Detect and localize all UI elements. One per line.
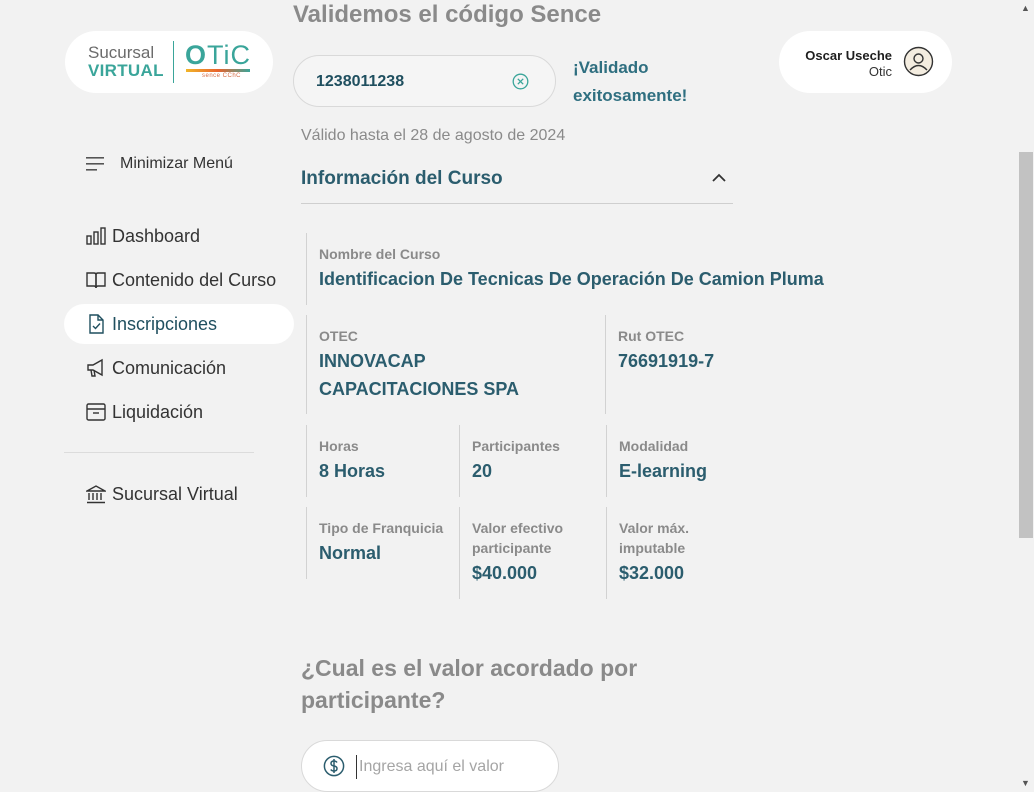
sidebar-item-label: Sucursal Virtual bbox=[112, 483, 238, 504]
field-divider bbox=[459, 425, 460, 497]
max-imputable-value: $32.000 bbox=[619, 563, 685, 583]
sidebar-item-label: Dashboard bbox=[112, 225, 201, 246]
hours-value: 8 Horas bbox=[319, 461, 386, 481]
sidebar-item-label: Inscripciones bbox=[112, 313, 218, 334]
sidebar-item-sucursal-virtual[interactable]: Sucursal Virtual bbox=[64, 474, 294, 514]
sidebar-item-comunicacion[interactable]: Comunicación bbox=[64, 348, 294, 388]
field-divider bbox=[606, 425, 607, 497]
field-divider bbox=[306, 315, 307, 414]
otec-value: INNOVACAP CAPACITACIONES SPA bbox=[319, 351, 520, 399]
field-divider bbox=[459, 507, 460, 599]
sidebar-item-inscripciones[interactable]: Inscripciones bbox=[64, 304, 294, 344]
scroll-down-arrow-icon[interactable]: ▼ bbox=[1021, 778, 1030, 788]
megaphone-icon bbox=[87, 358, 103, 377]
sidebar-item-liquidacion[interactable]: Liquidación bbox=[64, 392, 294, 432]
field-divider bbox=[605, 315, 606, 414]
document-check-icon bbox=[89, 314, 104, 334]
minimize-menu-label: Minimizar Menú bbox=[120, 155, 233, 172]
hours-label: Horas bbox=[319, 438, 359, 454]
sidebar-item-dashboard[interactable]: Dashboard bbox=[64, 216, 294, 256]
course-info-accordion-header[interactable]: Información del Curso bbox=[301, 160, 733, 204]
field-divider bbox=[306, 507, 307, 579]
valid-until-text: Válido hasta el 28 de agosto de 2024 bbox=[301, 127, 566, 144]
rut-otec-label: Rut OTEC bbox=[618, 328, 685, 344]
participants-label: Participantes bbox=[472, 438, 560, 454]
book-icon bbox=[86, 272, 106, 289]
menu-icon bbox=[86, 157, 104, 171]
rut-otec-value: 76691919-7 bbox=[618, 351, 715, 371]
user-avatar-icon[interactable] bbox=[903, 46, 934, 77]
course-name-label: Nombre del Curso bbox=[319, 246, 441, 262]
sidebar-item-contenido[interactable]: Contenido del Curso bbox=[64, 260, 294, 300]
minimize-menu-button[interactable]: Minimizar Menú bbox=[86, 152, 233, 176]
chevron-up-icon[interactable] bbox=[711, 172, 727, 184]
field-divider bbox=[606, 507, 607, 599]
participants-value: 20 bbox=[472, 461, 493, 481]
otec-label: OTEC bbox=[319, 328, 358, 344]
user-name: Oscar Useche bbox=[805, 48, 892, 63]
scroll-up-arrow-icon[interactable]: ▲ bbox=[1021, 3, 1030, 13]
page-title: Validemos el código Sence bbox=[293, 1, 602, 28]
otic-logo: OTiC bbox=[185, 40, 252, 70]
dollar-icon bbox=[323, 755, 345, 777]
agreed-value-input[interactable] bbox=[356, 755, 551, 779]
archive-icon bbox=[86, 403, 106, 421]
sence-code-field[interactable] bbox=[293, 55, 556, 107]
course-name-value: Identificacion De Tecnicas De Operación … bbox=[319, 269, 824, 289]
franchise-value: Normal bbox=[319, 543, 382, 563]
effective-value-label: Valor efectivo participante bbox=[472, 520, 564, 556]
clear-icon[interactable] bbox=[512, 73, 529, 90]
logo-divider bbox=[173, 41, 174, 83]
field-divider bbox=[306, 233, 307, 305]
logo-subtext: sence CChC bbox=[202, 73, 242, 79]
effective-value: $40.000 bbox=[472, 563, 538, 583]
agreed-value-field[interactable] bbox=[301, 740, 559, 792]
modality-value: E-learning bbox=[619, 461, 708, 481]
sence-code-input[interactable] bbox=[314, 70, 508, 94]
course-info-title: Información del Curso bbox=[301, 168, 503, 189]
chart-icon bbox=[86, 227, 106, 245]
sidebar-item-label: Contenido del Curso bbox=[112, 269, 277, 290]
logo-text-sucursal: Sucursal bbox=[88, 43, 155, 62]
logo-text-virtual: VIRTUAL bbox=[88, 61, 164, 80]
logo-color-bar bbox=[186, 69, 250, 72]
scrollbar-thumb[interactable] bbox=[1019, 152, 1033, 538]
franchise-label: Tipo de Franquicia bbox=[319, 520, 444, 536]
field-divider bbox=[306, 425, 307, 497]
sidebar-divider bbox=[64, 452, 254, 453]
modality-label: Modalidad bbox=[619, 438, 689, 454]
user-role: Otic bbox=[868, 64, 892, 79]
validation-success-message: ¡Validado exitosamente! bbox=[573, 58, 688, 105]
bank-icon bbox=[86, 485, 106, 504]
sidebar-item-label: Liquidación bbox=[112, 401, 204, 422]
sidebar-item-label: Comunicación bbox=[112, 357, 227, 378]
max-imputable-label: Valor máx. imputable bbox=[619, 520, 690, 556]
agreed-value-question: ¿Cual es el valor acordado por participa… bbox=[301, 655, 638, 713]
